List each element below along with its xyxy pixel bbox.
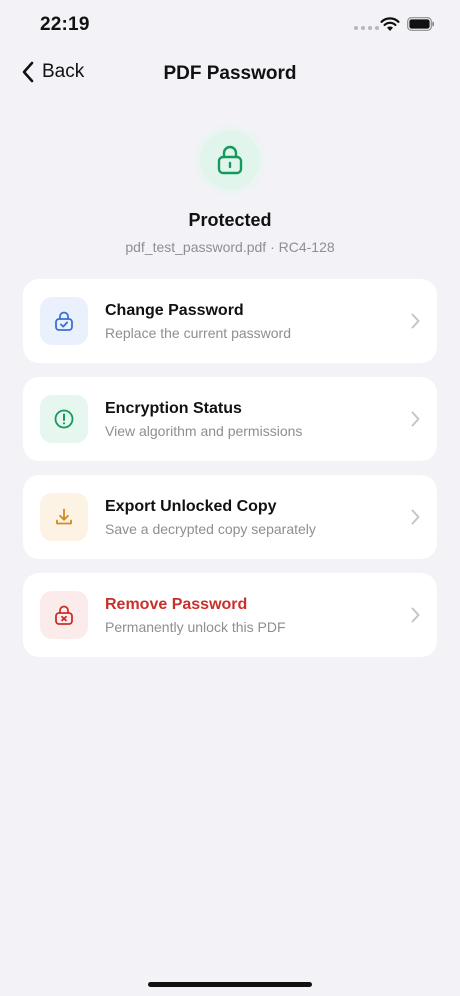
- option-subtitle: View algorithm and permissions: [105, 422, 303, 439]
- info-circle-icon: [54, 409, 74, 429]
- battery-icon: [407, 17, 434, 31]
- chevron-right-icon: [411, 411, 420, 427]
- protection-status: Protected pdf_test_password.pdf · RC4-12…: [0, 124, 460, 255]
- chevron-right-icon: [411, 509, 420, 525]
- change-password-option[interactable]: Change Password Replace the current pass…: [23, 279, 437, 363]
- lock-icon: [217, 145, 243, 175]
- encryption-status-option[interactable]: Encryption Status View algorithm and per…: [23, 377, 437, 461]
- option-icon-badge: [40, 297, 88, 345]
- lock-check-icon: [55, 311, 73, 331]
- option-title: Encryption Status: [105, 399, 242, 417]
- lock-x-icon: [55, 605, 73, 625]
- wifi-icon: [380, 17, 400, 31]
- option-title: Export Unlocked Copy: [105, 497, 277, 515]
- home-indicator[interactable]: [148, 982, 312, 987]
- chevron-right-icon: [411, 313, 420, 329]
- status-time: 22:19: [40, 14, 90, 35]
- option-subtitle: Permanently unlock this PDF: [105, 618, 286, 635]
- option-subtitle: Replace the current password: [105, 324, 291, 341]
- option-title: Remove Password: [105, 595, 248, 613]
- navigation-bar: Back PDF Password: [0, 50, 460, 98]
- remove-password-option[interactable]: Remove Password Permanently unlock this …: [23, 573, 437, 657]
- export-unlocked-copy-option[interactable]: Export Unlocked Copy Save a decrypted co…: [23, 475, 437, 559]
- status-bar: 22:19: [0, 0, 460, 50]
- option-subtitle: Save a decrypted copy separately: [105, 520, 316, 537]
- status-label: Protected: [188, 210, 272, 230]
- options-list: Change Password Replace the current pass…: [23, 279, 437, 671]
- option-icon-badge: [40, 395, 88, 443]
- option-icon-badge: [40, 591, 88, 639]
- download-icon: [56, 508, 72, 525]
- signal-dots-icon: [354, 26, 379, 30]
- option-icon-badge: [40, 493, 88, 541]
- file-info: pdf_test_password.pdf · RC4-128: [125, 239, 335, 255]
- option-title: Change Password: [105, 301, 244, 319]
- chevron-right-icon: [411, 607, 420, 623]
- lock-badge: [194, 124, 266, 196]
- page-title: PDF Password: [163, 63, 297, 84]
